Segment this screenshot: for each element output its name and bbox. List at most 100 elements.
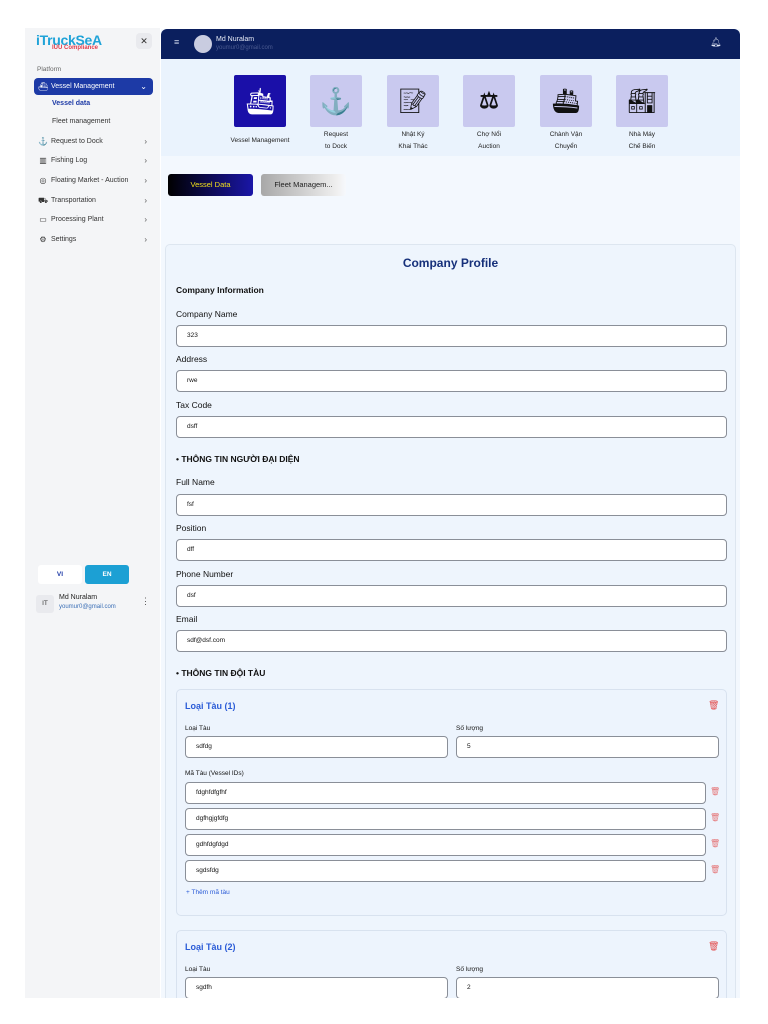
label: Floating Market - Auction bbox=[51, 177, 129, 184]
label: Request to Dock bbox=[51, 138, 103, 145]
sidebar-subitem-vessel-data[interactable]: Vessel data bbox=[52, 100, 90, 107]
tile-processing-plant[interactable]: 🏭︎ bbox=[616, 75, 668, 127]
tile-label: Nhà Máy Chế Biến bbox=[602, 129, 682, 153]
email-label: Email bbox=[176, 614, 198, 624]
vessel-type-title: Loại Tàu (1) bbox=[185, 701, 236, 711]
label: Processing Plant bbox=[51, 216, 104, 223]
chevron-right-icon: › bbox=[144, 156, 147, 165]
user-name: Md Nuralam bbox=[59, 594, 98, 601]
ship-icon: 🛳︎ bbox=[243, 85, 277, 116]
sidebar-item-request-to-dock[interactable]: ⚓ Request to Dock › bbox=[34, 133, 153, 150]
vessel-type-title: Loại Tàu (2) bbox=[185, 942, 236, 952]
vessel-id-input[interactable]: dgfhgjgfdfg bbox=[185, 808, 706, 830]
tab-vessel-data[interactable]: Vessel Data bbox=[168, 174, 253, 196]
sidebar: iTruckSeA IUU Compliance ✕ Platform ⛴ Ves… bbox=[25, 28, 160, 998]
avatar: IT bbox=[36, 595, 54, 613]
lang-vi-button[interactable]: VI bbox=[38, 565, 82, 584]
full-name-label: Full Name bbox=[176, 477, 215, 487]
bell-icon[interactable]: 🔔︎ bbox=[710, 37, 721, 48]
anchor-icon: ⚓ bbox=[38, 137, 48, 146]
vessel-type-input[interactable]: sgdfh bbox=[185, 977, 448, 998]
user-email: youmur0@gmail.com bbox=[59, 604, 116, 610]
tile-auction[interactable]: ⚖ bbox=[463, 75, 515, 127]
tile-label: Chợ Nổi Auction bbox=[449, 129, 529, 153]
quantity-label: Số lượng bbox=[456, 966, 484, 973]
factory-icon: 🏭︎ bbox=[626, 87, 658, 115]
lang-en-button[interactable]: EN bbox=[85, 565, 129, 584]
gavel-icon: ⚖ bbox=[479, 88, 499, 113]
phone-label: Phone Number bbox=[176, 569, 234, 579]
tile-transportation[interactable]: 🚢︎ bbox=[540, 75, 592, 127]
full-name-input[interactable]: fsf bbox=[176, 494, 727, 516]
position-input[interactable]: dff bbox=[176, 539, 727, 561]
quantity-input[interactable]: 5 bbox=[456, 736, 719, 758]
map-icon: ▥ bbox=[39, 156, 47, 165]
email-input[interactable]: sdf@dsf.com bbox=[176, 630, 727, 652]
phone-input[interactable]: dsf bbox=[176, 585, 727, 607]
ship-icon: ⛴ bbox=[38, 82, 49, 91]
main-content: ≡ Md Nuralam youmur0@gmail.com 🔔︎ 🛳︎ ⚓ 📝… bbox=[161, 29, 740, 998]
add-vessel-id-button[interactable]: + Thêm mã tàu bbox=[186, 889, 230, 896]
tab-fleet-management[interactable]: Fleet Managem... bbox=[261, 174, 346, 196]
section-heading: Company Information bbox=[176, 285, 264, 295]
chevron-right-icon: › bbox=[144, 196, 147, 205]
sidebar-item-floating-market[interactable]: ◎ Floating Market - Auction › bbox=[34, 172, 153, 189]
anchor-icon: ⚓ bbox=[319, 85, 353, 116]
logo-subtitle: IUU Compliance bbox=[52, 45, 99, 51]
tile-label: Request to Dock bbox=[296, 129, 376, 153]
more-options-icon[interactable]: ⋮ bbox=[141, 596, 150, 607]
tile-vessel-management[interactable]: 🛳︎ bbox=[234, 75, 286, 127]
sidebar-subitem-fleet-management[interactable]: Fleet management bbox=[52, 118, 110, 125]
menu-icon[interactable]: ≡ bbox=[174, 37, 179, 47]
trash-icon[interactable]: 🗑︎ bbox=[710, 787, 720, 796]
sidebar-item-settings[interactable]: ⚙ Settings › bbox=[34, 231, 153, 248]
line: Request bbox=[323, 131, 349, 138]
close-sidebar-button[interactable]: ✕ bbox=[136, 33, 152, 49]
vessel-type-label: Loại Tàu bbox=[185, 966, 211, 973]
vessel-type-card: Loại Tàu (1) 🗑︎ Loại Tàu Số lượng sdfdg … bbox=[176, 689, 727, 916]
avatar bbox=[194, 35, 212, 53]
vessel-id-input[interactable]: sgdsfdg bbox=[185, 860, 706, 882]
vessel-id-input[interactable]: fdghfdfgfhf bbox=[185, 782, 706, 804]
vessel-type-input[interactable]: sdfdg bbox=[185, 736, 448, 758]
tax-code-label: Tax Code bbox=[176, 400, 212, 410]
line: Nhật Ký bbox=[401, 131, 425, 138]
vessel-type-card: Loại Tàu (2) 🗑︎ Loại Tàu Số lượng sgdfh … bbox=[176, 930, 727, 998]
trash-icon[interactable]: 🗑︎ bbox=[708, 700, 719, 711]
quantity-input[interactable]: 2 bbox=[456, 977, 719, 998]
sidebar-item-vessel-management[interactable]: ⛴ Vessel Management ⌄ bbox=[34, 78, 153, 95]
tile-fishing-log[interactable]: 📝︎ bbox=[387, 75, 439, 127]
label: Transportation bbox=[51, 197, 96, 204]
sidebar-item-processing-plant[interactable]: ▭ Processing Plant › bbox=[34, 211, 153, 228]
chevron-right-icon: › bbox=[144, 137, 147, 146]
cargo-ship-icon: 🚢︎ bbox=[550, 87, 582, 115]
header-user-email: youmur0@gmail.com bbox=[216, 45, 273, 51]
line: Chế Biến bbox=[628, 143, 656, 150]
line: to Dock bbox=[324, 143, 348, 150]
tile-label: Chành Vận Chuyển bbox=[526, 129, 606, 153]
line: Auction bbox=[478, 143, 500, 150]
top-bar: ≡ Md Nuralam youmur0@gmail.com 🔔︎ bbox=[161, 29, 740, 59]
tax-code-input[interactable]: dsff bbox=[176, 416, 727, 438]
trash-icon[interactable]: 🗑︎ bbox=[710, 813, 720, 822]
vessel-id-input[interactable]: gdhfdgfdgd bbox=[185, 834, 706, 856]
sidebar-item-transportation[interactable]: ⛟ Transportation › bbox=[34, 192, 153, 209]
sidebar-item-fishing-log[interactable]: ▥ Fishing Log › bbox=[34, 152, 153, 169]
chevron-right-icon: › bbox=[144, 215, 147, 224]
label: Settings bbox=[51, 236, 77, 243]
trash-icon[interactable]: 🗑︎ bbox=[708, 941, 719, 952]
truck-icon: ⛟ bbox=[38, 195, 49, 205]
chevron-right-icon: › bbox=[144, 176, 147, 185]
tile-label: Vessel Management bbox=[230, 137, 290, 144]
line: Chợ Nổi bbox=[476, 131, 502, 138]
company-name-input[interactable]: 323 bbox=[176, 325, 727, 347]
address-input[interactable]: rwe bbox=[176, 370, 727, 392]
line: Nhà Máy bbox=[628, 131, 655, 138]
tile-request-to-dock[interactable]: ⚓ bbox=[310, 75, 362, 127]
page-title: Company Profile bbox=[402, 256, 499, 270]
trash-icon[interactable]: 🗑︎ bbox=[710, 865, 720, 874]
label: Vessel Management bbox=[51, 83, 115, 90]
company-profile-card: Company Profile Company Information Comp… bbox=[165, 244, 736, 998]
trash-icon[interactable]: 🗑︎ bbox=[710, 839, 720, 848]
address-label: Address bbox=[176, 354, 208, 364]
